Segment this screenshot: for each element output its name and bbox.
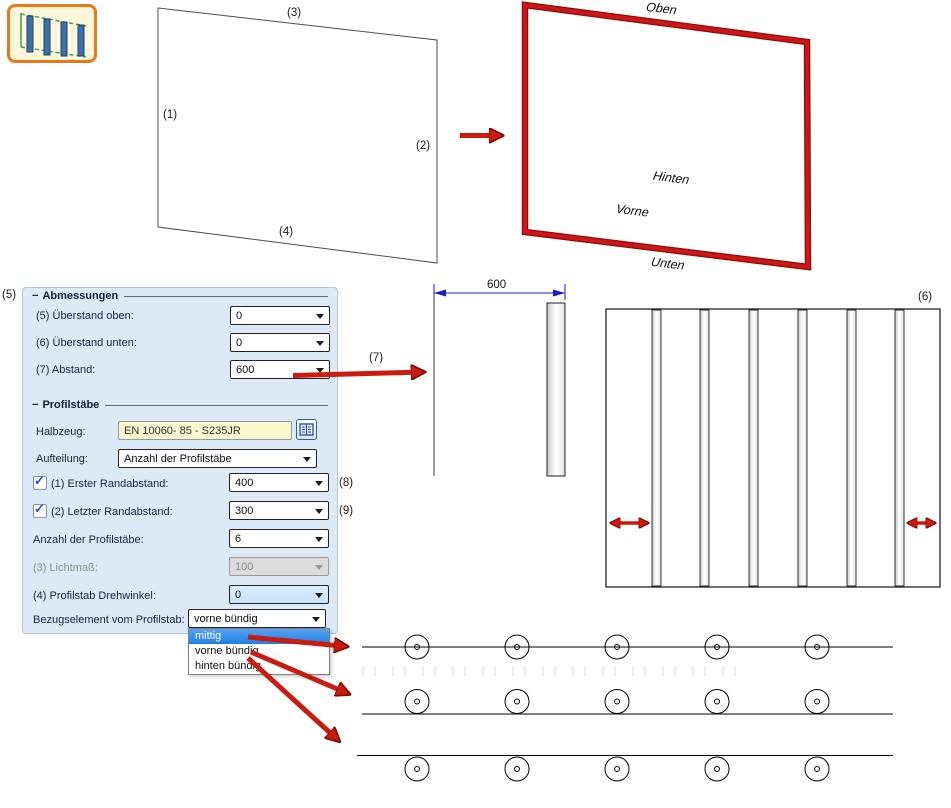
bezugselement-combo[interactable]: vorne bündig	[188, 609, 326, 628]
bars-panel	[605, 308, 941, 588]
chevron-down-icon[interactable]	[315, 508, 323, 518]
anzahl-value: 6	[235, 532, 242, 545]
chevron-down-icon[interactable]	[316, 340, 324, 350]
dropdown-option-vorne-buendig[interactable]: vorne bündig	[189, 644, 329, 659]
group-abmessungen-title: Abmessungen	[42, 290, 119, 302]
alignment-row-vorne-buendig	[362, 689, 893, 715]
profile-bars-tool-icon[interactable]	[7, 4, 97, 63]
alignment-row-hinten-buendig	[357, 755, 893, 782]
face-label-oben: Oben	[643, 0, 680, 18]
marker-9-form: (9)	[339, 505, 354, 517]
contour-label-2: (2)	[416, 140, 431, 152]
ueberstand-oben-value: 0	[236, 309, 243, 322]
ueberstand-oben-label: (5) Überstand oben:	[36, 310, 134, 322]
bezugselement-dropdown-list: mittig vorne bündig hinten bündig	[188, 628, 330, 675]
chevron-down-icon[interactable]	[316, 313, 324, 323]
collapse-minus-icon[interactable]: −	[32, 399, 38, 411]
abstand-combo[interactable]: 600	[230, 360, 330, 379]
dropdown-option-hinten-buendig[interactable]: hinten bündig	[189, 659, 329, 674]
anzahl-combo[interactable]: 6	[229, 529, 329, 548]
letzter-randabstand-checkbox[interactable]: ✓	[33, 501, 47, 518]
chevron-down-icon[interactable]	[316, 367, 324, 377]
abstand-label: (7) Abstand:	[36, 364, 96, 376]
chevron-down-icon	[315, 564, 323, 574]
halbzeug-value: EN 10060- 85 - S235JR	[124, 424, 241, 437]
halbzeug-label: Halbzeug:	[36, 426, 86, 438]
ghost-ticks-artifact	[362, 666, 746, 676]
group-rule	[124, 295, 328, 297]
contour-label-4: (4)	[279, 226, 294, 238]
selected-frame-quad	[521, 1, 812, 271]
anzahl-label: Anzahl der Profilstäbe:	[33, 534, 144, 546]
halbzeug-browse-button[interactable]	[296, 419, 317, 440]
chevron-down-icon[interactable]	[315, 592, 323, 602]
checkmark-icon: ✓	[34, 501, 45, 516]
marker-8-panel: (8)	[621, 504, 636, 516]
chevron-down-icon[interactable]	[312, 616, 320, 626]
drehwinkel-label: (4) Profilstab Drehwinkel:	[33, 590, 156, 602]
drehwinkel-combo[interactable]: 0	[229, 585, 329, 604]
lichtmass-label: (3) Lichtmaß:	[33, 562, 98, 574]
erster-randabstand-value: 400	[235, 476, 254, 489]
erster-randabstand-checkbox[interactable]: ✓	[33, 473, 47, 490]
panel-marker-5: (5)	[2, 289, 17, 301]
erster-randabstand-combo[interactable]: 400	[229, 473, 329, 492]
screenshot-root: (5) − Abmessungen (5) Überstand oben: 0 …	[0, 0, 951, 808]
marker-9-panel: (9)	[909, 504, 924, 516]
ueberstand-unten-value: 0	[236, 336, 243, 349]
contour-label-3: (3)	[287, 7, 302, 19]
face-label-hinten: Hinten	[650, 169, 692, 187]
lichtmass-value: 100	[235, 560, 254, 573]
group-profilstaebe-title: Profilstäbe	[42, 399, 100, 411]
letzter-randabstand-value: 300	[235, 504, 254, 517]
letzter-randabstand-combo[interactable]: 300	[229, 501, 329, 520]
ueberstand-unten-combo[interactable]: 0	[230, 333, 330, 352]
letzter-randabstand-label: (2) Letzter Randabstand:	[51, 506, 173, 518]
chevron-down-icon[interactable]	[315, 480, 323, 490]
lichtmass-combo: 100	[229, 557, 329, 576]
collapse-minus-icon[interactable]: −	[32, 290, 38, 302]
aufteilung-value: Anzahl der Profilstäbe	[124, 452, 232, 465]
chevron-down-icon[interactable]	[315, 536, 323, 546]
bezugselement-value: vorne bündig	[194, 612, 258, 625]
face-label-unten: Unten	[648, 255, 688, 273]
aufteilung-combo[interactable]: Anzahl der Profilstäbe	[118, 449, 317, 468]
abstand-value: 600	[236, 363, 255, 376]
chevron-down-icon[interactable]	[303, 456, 311, 466]
marker-8-form: (8)	[339, 477, 354, 489]
erster-randabstand-label: (1) Erster Randabstand:	[51, 478, 169, 490]
marker-7-diagram: (7)	[369, 352, 384, 364]
bezugselement-label: Bezugselement vom Profilstab:	[33, 614, 185, 626]
table-catalog-icon	[299, 423, 314, 436]
contour-quad	[157, 7, 438, 264]
checkmark-icon: ✓	[34, 473, 45, 488]
profile-bars-icon-art	[20, 13, 87, 58]
group-profilstaebe-header: − Profilstäbe	[32, 399, 328, 411]
ueberstand-oben-combo[interactable]: 0	[230, 306, 330, 325]
marker-6-panel: (6)	[918, 291, 933, 303]
halbzeug-field[interactable]: EN 10060- 85 - S235JR	[118, 421, 292, 440]
face-label-vorne: Vorne	[613, 202, 652, 220]
dropdown-option-mittig[interactable]: mittig	[189, 629, 329, 644]
contour-label-1: (1)	[163, 109, 178, 121]
aufteilung-label: Aufteilung:	[36, 453, 88, 465]
ueberstand-unten-label: (6) Überstand unten:	[36, 337, 137, 349]
dimension-600-text: 600	[487, 279, 507, 291]
group-abmessungen-header: − Abmessungen	[32, 290, 328, 302]
group-rule	[105, 404, 328, 406]
alignment-row-mittig	[362, 634, 893, 660]
drehwinkel-value: 0	[235, 588, 242, 601]
